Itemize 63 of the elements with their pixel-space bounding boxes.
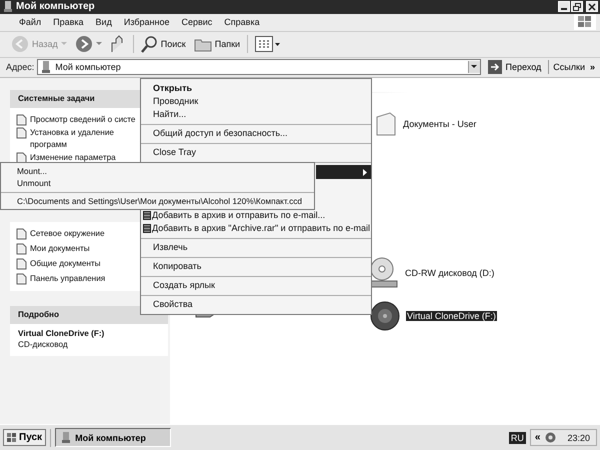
folders-button[interactable]: Папки (190, 34, 244, 54)
menu-item[interactable]: Сервис (175, 17, 218, 28)
taskbar-button[interactable]: Мой компьютер (55, 428, 172, 448)
flag-logo-icon (7, 432, 17, 443)
close-button[interactable] (586, 1, 598, 12)
links-button[interactable]: Ссылки (552, 62, 586, 72)
page-icon (16, 242, 27, 254)
drive-name: Virtual CloneDrive (F:) (18, 328, 106, 338)
language-indicator[interactable]: RU (508, 432, 526, 444)
menu-item[interactable]: Вид (90, 17, 118, 28)
menu-item[interactable]: Close Tray (141, 146, 371, 159)
menu-item[interactable]: Файл (13, 17, 48, 28)
minimize-button[interactable] (558, 1, 570, 12)
menu-item[interactable]: Справка (218, 17, 266, 28)
views-grid-icon (255, 36, 282, 52)
menu-item[interactable]: Правка (47, 17, 90, 28)
menu-item[interactable]: Найти... (141, 108, 371, 121)
go-button[interactable]: Переход (484, 60, 546, 74)
dropdown-button[interactable] (468, 61, 480, 74)
menu-item[interactable]: Mount... (1, 165, 314, 177)
caret-icon (471, 65, 478, 70)
minimize-icon (561, 8, 567, 10)
menu-item[interactable]: Извлечь (141, 241, 371, 254)
page-icon (16, 228, 27, 240)
clock: 23:20 (567, 432, 590, 443)
page-icon (16, 272, 27, 284)
page-icon (16, 126, 27, 138)
flag-logo-icon (574, 14, 596, 30)
archive-icon (143, 211, 151, 220)
drive-type: CD-дисковод (18, 338, 69, 350)
menu-item[interactable]: Избранное (118, 17, 176, 28)
menu-item[interactable]: Создать ярлык (141, 279, 371, 292)
close-icon (588, 2, 596, 11)
page-icon (16, 258, 27, 270)
address-label: Адрес: (6, 62, 34, 72)
search-icon (140, 36, 158, 53)
address-field[interactable]: Мой компьютер (37, 59, 481, 76)
dropdown-caret-icon (96, 42, 102, 46)
computer-icon (3, 1, 13, 12)
folder-icon (376, 110, 396, 136)
computer-icon (62, 432, 72, 444)
file-label[interactable]: Virtual CloneDrive (F:) (406, 310, 497, 320)
start-button[interactable]: Пуск (3, 429, 46, 446)
tray-toggle-button[interactable]: « (534, 432, 540, 444)
restore-icon (573, 2, 581, 11)
menu-item[interactable]: Копировать (141, 260, 371, 273)
menu-item[interactable]: C:\Documents and Settings\User\Мои документы\Alcohol 120%\Компакт.ccd (1, 195, 314, 207)
menu-item[interactable]: Добавить в архив и отправить по e-mail... (141, 209, 371, 222)
file-label[interactable]: CD-RW дисковод (D:) (404, 268, 496, 278)
window-title: Мой компьютер (16, 1, 95, 12)
dropdown-caret-icon (60, 42, 67, 46)
menu-item-label: Добавить в архив и отправить по e-mail... (152, 209, 326, 222)
page-icon (16, 114, 27, 126)
disc-icon[interactable] (545, 432, 556, 444)
submenu-arrow-icon (363, 168, 367, 176)
archive-icon (143, 224, 151, 233)
more-button[interactable]: » (588, 62, 596, 72)
menu-item[interactable]: Unmount (1, 177, 314, 189)
file-label[interactable]: Документы - User (402, 118, 478, 128)
computer-icon (41, 61, 52, 74)
restore-button[interactable] (571, 1, 583, 12)
search-button[interactable]: Поиск (138, 34, 189, 55)
menu-item[interactable]: Общий доступ и безопасность... (141, 127, 371, 140)
